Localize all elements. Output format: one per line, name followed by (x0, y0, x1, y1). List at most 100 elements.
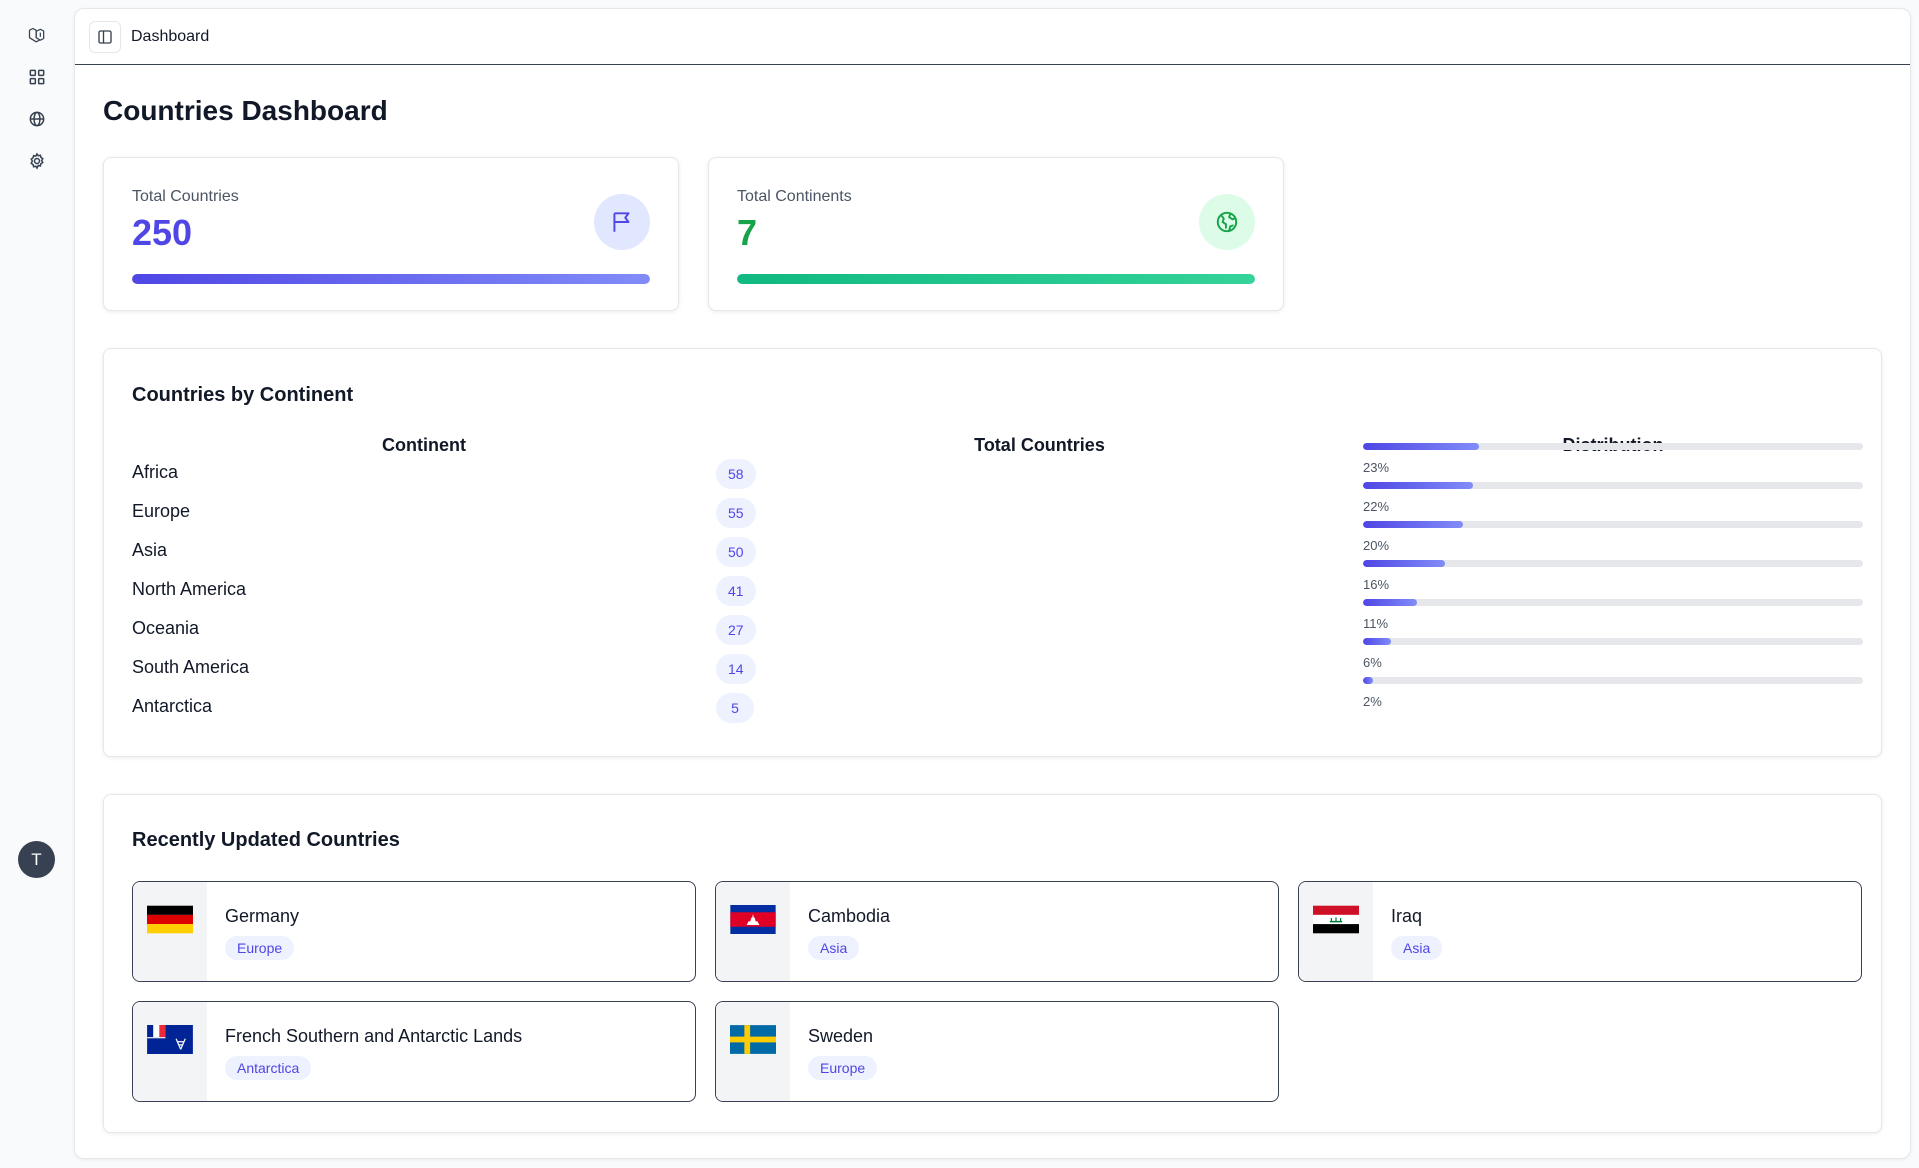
sidebar-rail: T (0, 0, 74, 1168)
stat-label: Total Countries (132, 188, 239, 205)
country-count-badge: 58 (716, 459, 756, 489)
flag-icon (594, 194, 650, 250)
stat-label: Total Continents (737, 188, 852, 205)
continent-name: Oceania (132, 618, 200, 638)
country-count-badge: 14 (716, 654, 756, 684)
main-panel: Dashboard Countries Dashboard Total Coun… (74, 8, 1911, 1159)
distribution-fill (1363, 560, 1445, 567)
distribution-cell: 22% (1363, 482, 1863, 514)
distribution-bar (1363, 443, 1863, 450)
distribution-cell: 6% (1363, 638, 1863, 670)
distribution-percent: 23% (1363, 460, 1390, 475)
continent-name: Antarctica (132, 696, 213, 716)
distribution-percent: 22% (1363, 499, 1390, 514)
breadcrumb: Dashboard (131, 27, 210, 45)
distribution-bar (1363, 677, 1863, 684)
country-card[interactable]: Germany Europe (132, 881, 696, 982)
distribution-fill (1363, 638, 1391, 645)
column-header-continent: Continent (382, 435, 466, 455)
top-bar: Dashboard (75, 9, 1910, 65)
recently-updated-panel: Recently Updated Countries Germany Europe… (103, 794, 1882, 1133)
dashboard-grid-icon[interactable] (24, 64, 50, 90)
sidebar-toggle-icon (98, 29, 112, 44)
distribution-bar (1363, 560, 1863, 567)
stat-value: 250 (132, 212, 193, 253)
globe-icon (1199, 194, 1255, 250)
countries-progress-bar (132, 274, 650, 284)
country-info: French Southern and Antarctic Lands Antar… (207, 1002, 522, 1101)
avatar-initial: T (31, 849, 42, 869)
continent-badge: Asia (1391, 936, 1443, 960)
table-row: Antarctica 5 2% (132, 677, 1863, 732)
iraq-flag (1313, 905, 1359, 934)
flag-cell (133, 1002, 207, 1101)
distribution-bar (1363, 599, 1863, 606)
user-avatar[interactable]: T (18, 841, 55, 878)
sweden-flag (730, 1025, 776, 1054)
continent-name: Asia (132, 540, 168, 560)
distribution-bar (1363, 482, 1863, 489)
country-count-badge: 5 (716, 693, 754, 723)
distribution-bar (1363, 638, 1863, 645)
country-card[interactable]: French Southern and Antarctic Lands Antar… (132, 1001, 696, 1102)
germany-flag (147, 905, 193, 934)
continents-progress-fill (737, 274, 1255, 284)
distribution-cell: 11% (1363, 599, 1863, 631)
section-title: Countries by Continent (132, 384, 354, 406)
country-info: Germany Europe (207, 882, 299, 981)
country-card[interactable]: Cambodia Asia (715, 881, 1279, 982)
flag-cell (133, 882, 207, 981)
continent-badge: Europe (225, 936, 295, 960)
countries-progress-fill (132, 274, 650, 284)
continent-name: Africa (132, 462, 179, 482)
distribution-cell: 20% (1363, 521, 1863, 553)
continent-name: South America (132, 657, 250, 677)
countries-by-continent-panel: Countries by Continent Continent Total C… (103, 348, 1882, 757)
flag-cell (1299, 882, 1373, 981)
cambodia-flag (730, 905, 776, 934)
logo-icon[interactable] (24, 23, 50, 49)
total-countries-card: Total Countries 250 (103, 157, 679, 311)
country-name: French Southern and Antarctic Lands (225, 1026, 523, 1046)
distribution-cell: 16% (1363, 560, 1863, 592)
settings-gear-icon[interactable] (24, 148, 50, 174)
column-header-total: Total Countries (974, 435, 1105, 455)
distribution-fill (1363, 521, 1463, 528)
country-card[interactable]: Iraq Asia (1298, 881, 1862, 982)
distribution-fill (1363, 599, 1417, 606)
distribution-fill (1363, 677, 1373, 684)
country-count-badge: 55 (716, 498, 756, 528)
country-info: Iraq Asia (1373, 882, 1443, 981)
continents-progress-bar (737, 274, 1255, 284)
country-count-badge: 27 (716, 615, 756, 645)
country-card[interactable]: Sweden Europe (715, 1001, 1279, 1102)
section-title: Recently Updated Countries (132, 829, 400, 851)
distribution-percent: 6% (1363, 655, 1382, 670)
country-name: Cambodia (808, 906, 891, 926)
country-name: Sweden (808, 1026, 874, 1046)
continent-badge: Europe (808, 1056, 878, 1080)
distribution-percent: 16% (1363, 577, 1390, 592)
dashboard-content: Countries Dashboard Total Countries 250 … (75, 95, 1910, 1133)
distribution-percent: 20% (1363, 538, 1390, 553)
continent-badge: Asia (808, 936, 860, 960)
french-southern-lands-flag (147, 1025, 193, 1054)
sidebar-toggle-button[interactable] (89, 20, 121, 53)
total-continents-card: Total Continents 7 (708, 157, 1284, 311)
stat-value: 7 (737, 212, 758, 253)
distribution-fill (1363, 482, 1473, 489)
country-count-badge: 50 (716, 537, 756, 567)
continent-name: Europe (132, 501, 191, 521)
continent-rows: Africa 58 23% Europe 55 22% Asia 50 20% North Ame… (132, 443, 1863, 732)
stats-row: Total Countries 250 Total Continents 7 (103, 157, 1882, 311)
country-name: Iraq (1391, 906, 1423, 926)
country-info: Sweden Europe (790, 1002, 878, 1101)
country-count-badge: 41 (716, 576, 756, 606)
page-title: Countries Dashboard (103, 95, 388, 126)
country-name: Germany (225, 906, 300, 926)
flag-cell (716, 1002, 790, 1101)
distribution-percent: 2% (1363, 694, 1382, 709)
flag-cell (716, 882, 790, 981)
continent-name: North America (132, 579, 247, 599)
globe-icon[interactable] (24, 106, 50, 132)
